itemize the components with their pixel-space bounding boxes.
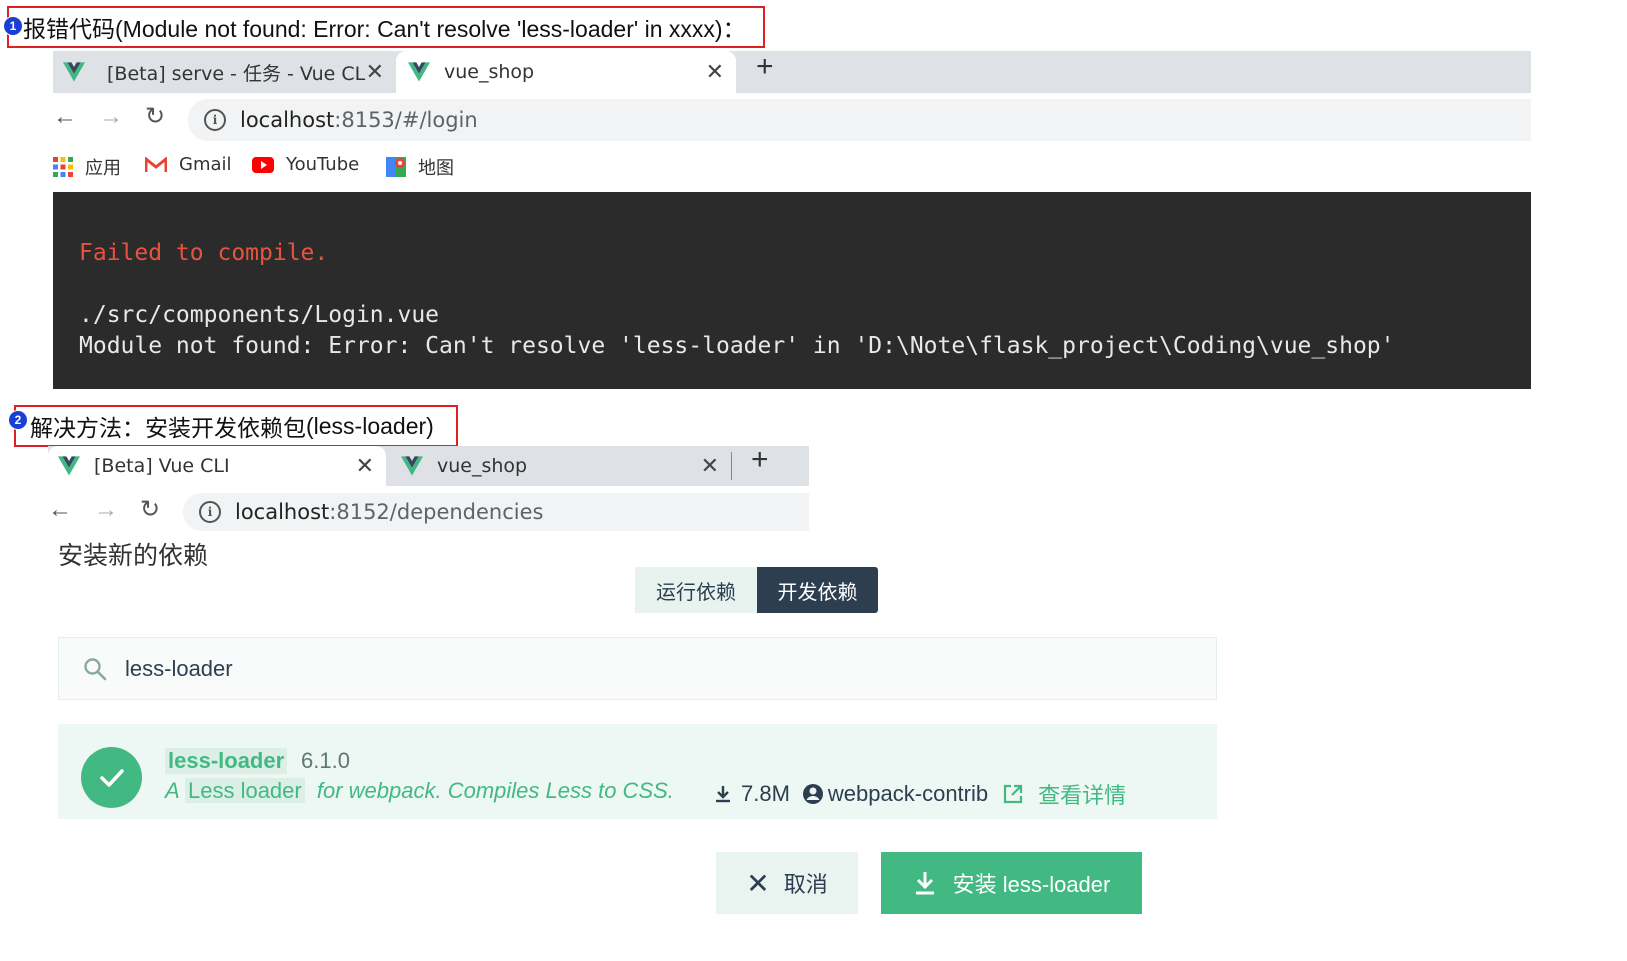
download-count: 7.8M bbox=[741, 781, 790, 806]
browser1-tab-strip: [Beta] serve - 任务 - Vue CLI ✕ vue_shop ✕… bbox=[53, 50, 1531, 93]
selected-check-icon bbox=[81, 747, 142, 808]
bookmark-label: 地图 bbox=[418, 158, 454, 179]
apps-grid-icon bbox=[53, 157, 73, 177]
external-link-icon[interactable] bbox=[1002, 783, 1024, 805]
vue-logo-icon bbox=[408, 62, 430, 82]
package-search-box[interactable]: less-loader bbox=[58, 637, 1217, 700]
annotation-error-label: 报错代码 (Module not found: Error: Can't reso… bbox=[7, 6, 765, 48]
close-tab-icon[interactable]: ✕ bbox=[701, 454, 719, 479]
url-host: localhost bbox=[235, 500, 330, 524]
package-meta: 7.8M webpack-contrib 查看详情 bbox=[713, 778, 1126, 810]
url-host: localhost bbox=[240, 108, 335, 132]
vue-logo-icon bbox=[63, 62, 85, 82]
new-tab-button[interactable]: + bbox=[751, 443, 769, 477]
close-tab-icon[interactable]: ✕ bbox=[706, 60, 724, 85]
desc-suffix: for webpack. Compiles Less to CSS. bbox=[316, 778, 674, 803]
compile-error-overlay: Failed to compile. ./src/components/Logi… bbox=[53, 192, 1531, 389]
close-icon: ✕ bbox=[746, 867, 770, 899]
tab-title: vue_shop bbox=[437, 455, 528, 477]
url-path: :8152/dependencies bbox=[329, 500, 544, 524]
package-result-item[interactable]: less-loader 6.1.0 A Less loader for webp… bbox=[58, 724, 1217, 819]
close-tab-icon[interactable]: ✕ bbox=[366, 60, 384, 85]
bookmark-label: Gmail bbox=[179, 154, 232, 175]
annotation-error-label-cn: 报错代码 bbox=[23, 17, 115, 42]
bookmark-label: YouTube bbox=[286, 154, 360, 175]
error-file-path: ./src/components/Login.vue bbox=[79, 302, 440, 328]
bookmark-apps[interactable]: 应用 bbox=[53, 154, 121, 180]
package-description: A Less loader for webpack. Compiles Less… bbox=[165, 778, 674, 804]
view-details-link[interactable]: 查看详情 bbox=[1038, 778, 1126, 810]
package-name: less-loader bbox=[165, 748, 288, 774]
tab-vue-shop[interactable]: vue_shop ✕ bbox=[391, 446, 731, 486]
close-tab-icon[interactable]: ✕ bbox=[356, 454, 374, 479]
maps-icon bbox=[386, 157, 406, 177]
browser2-tab-strip: [Beta] Vue CLI ✕ vue_shop ✕ + bbox=[48, 443, 809, 486]
tab-title: vue_shop bbox=[444, 61, 535, 83]
tab-vue-cli[interactable]: [Beta] Vue CLI ✕ bbox=[48, 446, 386, 486]
desc-prefix: A bbox=[165, 778, 179, 803]
forward-arrow-icon[interactable]: → bbox=[94, 496, 118, 524]
bookmark-youtube[interactable]: YouTube bbox=[252, 154, 359, 175]
tab-title: [Beta] serve - 任务 - Vue CLI bbox=[107, 62, 366, 85]
error-title: Failed to compile. bbox=[79, 240, 329, 266]
bookmark-label: 应用 bbox=[85, 158, 121, 179]
reload-icon[interactable]: ↻ bbox=[140, 495, 160, 524]
download-icon bbox=[915, 872, 934, 895]
annotation-solution-label: 解决方法：安装开发依赖包 (less-loader) bbox=[14, 405, 458, 447]
annotation-error-label-en: (Module not found: Error: Can't resolve … bbox=[115, 16, 746, 42]
back-arrow-icon[interactable]: ← bbox=[48, 496, 72, 524]
bookmark-maps[interactable]: 地图 bbox=[386, 154, 454, 180]
tab-vue-shop[interactable]: vue_shop ✕ bbox=[396, 51, 736, 93]
reload-icon[interactable]: ↻ bbox=[145, 102, 165, 131]
vue-logo-icon bbox=[401, 456, 423, 476]
browser1-toolbar: ← → ↻ i localhost:8153/#/login bbox=[53, 97, 1531, 143]
annotation-number-badge: 1 bbox=[3, 16, 23, 36]
tab-runtime-deps[interactable]: 运行依赖 bbox=[635, 567, 757, 613]
vue-logo-icon bbox=[58, 456, 80, 476]
package-author[interactable]: webpack-contrib bbox=[828, 781, 988, 807]
install-label: 安装 less-loader bbox=[952, 872, 1111, 897]
address-bar[interactable]: i localhost:8153/#/login bbox=[188, 99, 1531, 141]
tab-title: [Beta] Vue CLI bbox=[94, 455, 230, 477]
youtube-icon bbox=[252, 156, 274, 173]
bookmark-gmail[interactable]: Gmail bbox=[145, 154, 232, 175]
install-button[interactable]: 安装 less-loader bbox=[881, 852, 1142, 914]
search-icon bbox=[84, 657, 107, 680]
annotation-solution-label-en: (less-loader) bbox=[306, 412, 434, 439]
package-version: 6.1.0 bbox=[301, 748, 350, 773]
forward-arrow-icon[interactable]: → bbox=[99, 103, 123, 131]
tab-separator bbox=[731, 452, 732, 480]
annotation-number-badge: 2 bbox=[8, 410, 28, 430]
tab-dev-deps[interactable]: 开发依赖 bbox=[757, 567, 878, 613]
author-icon bbox=[802, 784, 823, 804]
desc-highlight: Less loader bbox=[184, 778, 305, 803]
cancel-button[interactable]: ✕ 取消 bbox=[716, 852, 858, 914]
back-arrow-icon[interactable]: ← bbox=[53, 103, 77, 131]
site-info-icon[interactable]: i bbox=[204, 109, 226, 131]
site-info-icon[interactable]: i bbox=[199, 501, 221, 523]
gmail-icon bbox=[145, 156, 167, 172]
browser2-toolbar: ← → ↻ i localhost:8152/dependencies bbox=[48, 490, 809, 536]
address-bar[interactable]: i localhost:8152/dependencies bbox=[183, 493, 809, 531]
annotation-solution-label-cn: 解决方法：安装开发依赖包 bbox=[30, 416, 306, 441]
cancel-label: 取消 bbox=[783, 872, 828, 897]
new-tab-button[interactable]: + bbox=[756, 50, 774, 84]
download-icon bbox=[716, 786, 730, 803]
error-message: Module not found: Error: Can't resolve '… bbox=[79, 333, 1395, 359]
url-path: :8153/#/login bbox=[334, 108, 478, 132]
tab-vue-cli-serve[interactable]: [Beta] serve - 任务 - Vue CLI ✕ bbox=[53, 51, 396, 93]
page-title: 安装新的依赖 bbox=[58, 541, 209, 570]
search-input-value[interactable]: less-loader bbox=[125, 656, 233, 682]
